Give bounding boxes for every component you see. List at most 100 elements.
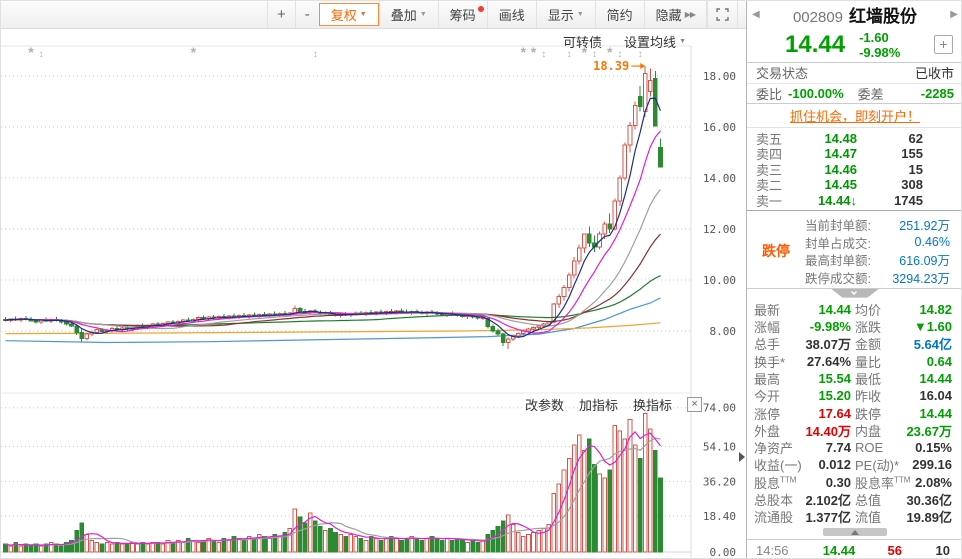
stat-label: 跌停: [855, 406, 882, 422]
pane-collapse-handle[interactable]: [739, 452, 745, 462]
volume-axis-label: 36.20: [703, 475, 736, 488]
volume-bar: [378, 539, 384, 553]
volume-bar: [470, 539, 475, 553]
toolbar-button-label: 简约: [606, 8, 633, 23]
stat-cell: 量比 0.64: [855, 353, 956, 370]
stat-label: 外盘: [754, 423, 781, 439]
limit-info-label: 最高封单额:: [805, 254, 871, 269]
indicator-links: 改参数 加指标 换指标 ×: [525, 395, 703, 414]
candle-body: [536, 325, 541, 328]
toolbar-button-chips[interactable]: 筹码: [437, 1, 487, 28]
volume-bar: [450, 539, 455, 553]
toolbar-button-simple-mode[interactable]: 简约: [594, 1, 644, 28]
stat-label: 均价: [855, 302, 882, 318]
limit-info-value: 0.46%: [914, 235, 950, 250]
stat-cell: 涨停 17.64: [754, 404, 855, 422]
stat-value: 14.40万: [805, 423, 851, 439]
stat-label: 总值: [855, 493, 882, 509]
limit-info-value: 3294.23万: [892, 271, 950, 286]
ma-settings-link[interactable]: 设置均线 ▼: [624, 32, 686, 51]
edit-params-link[interactable]: 改参数: [525, 395, 564, 414]
candle-body: [94, 329, 100, 333]
candle-body: [556, 296, 562, 305]
toolbar-button-label: 隐藏: [655, 8, 682, 23]
volume-bar: [328, 528, 333, 553]
volume-bar: [302, 522, 308, 553]
sell-order-row[interactable]: 卖一 14.44↓ 1745: [747, 192, 961, 209]
close-indicator-icon[interactable]: ×: [687, 397, 703, 412]
stat-cell: 今开 15.20: [754, 387, 855, 404]
toolbar-button-overlay[interactable]: 叠加 ▼: [378, 1, 438, 28]
volume-bar: [485, 533, 491, 553]
zoom-in-button[interactable]: +: [267, 1, 295, 28]
quote-panel: ◀ 002809 红墙股份 ▶ 14.44 -1.60 -9.98% + 交易状…: [746, 1, 961, 558]
toolbar-button-adjust-price[interactable]: 复权 ▼: [318, 3, 379, 26]
volume-bar: [566, 457, 572, 553]
candle-body: [495, 330, 501, 335]
convertible-bond-link[interactable]: 可转债: [563, 32, 602, 51]
stat-cell: 外盘 14.40万: [754, 422, 855, 439]
volume-bar: [241, 539, 247, 553]
volume-bar: [612, 424, 618, 553]
volume-bar: [465, 541, 470, 553]
candle-body: [33, 320, 39, 323]
stat-label: 涨跌: [855, 320, 882, 336]
toolbar-button-draw-line[interactable]: 画线: [486, 1, 536, 28]
switch-indicator-link[interactable]: 换指标: [633, 395, 672, 414]
sell-volume: 62: [908, 131, 923, 147]
stat-value: -9.98%: [809, 319, 851, 335]
volume-bar: [84, 533, 90, 553]
stock-chart[interactable]: 18.00 16.00 14.00 12.00 10.00 8.00 74.00 54.10 3…: [1, 29, 746, 558]
prev-stock-icon[interactable]: ◀: [747, 9, 765, 20]
weibi-value: -100.00%: [788, 85, 844, 101]
volume-bar: [23, 543, 29, 553]
volume-bar: [597, 473, 602, 553]
volume-bar: [145, 543, 150, 553]
candle-body: [74, 325, 79, 333]
stat-row: 总股本 2.102亿 总值 30.36亿: [754, 491, 956, 508]
volume-bar: [495, 526, 501, 553]
ma-settings-label: 设置均线: [624, 35, 677, 50]
stat-row: 流通股 1.377亿 流值 19.89亿: [754, 508, 956, 525]
volume-bar: [394, 537, 399, 553]
stat-label: 最低: [855, 371, 882, 387]
toolbar-button-label: 叠加: [390, 8, 417, 23]
stat-label: 涨停: [754, 406, 781, 422]
candle-body: [582, 233, 587, 249]
volume-bar: [323, 530, 328, 553]
toolbar-button-label: 筹码: [449, 8, 476, 23]
zoom-out-button[interactable]: -: [294, 1, 319, 28]
event-updown-icon: ↕: [313, 49, 318, 60]
volume-bar: [8, 545, 13, 553]
expand-limit-info-button[interactable]: [831, 288, 879, 298]
stat-label: 量比: [855, 354, 882, 370]
toolbar-button-hide[interactable]: 隐藏 ▶▶: [643, 1, 707, 28]
candle-body: [64, 321, 69, 325]
add-indicator-link[interactable]: 加指标: [579, 395, 618, 414]
volume-bar: [490, 530, 496, 553]
stat-row: 最高 15.54 最低 14.44: [754, 370, 956, 387]
volume-bar: [373, 537, 379, 553]
volume-bar: [480, 539, 486, 553]
open-account-ad-link[interactable]: 抓住机会，即刻开户！: [790, 106, 920, 125]
volume-bar: [196, 541, 201, 553]
limit-info-label: 跌停成交额:: [805, 271, 871, 286]
next-stock-icon[interactable]: ▶: [945, 9, 961, 20]
toolbar-button-display[interactable]: 显示 ▼: [535, 1, 595, 28]
ma-line-10: [5, 130, 661, 334]
volume-axis-label: 74.00: [703, 402, 736, 415]
weicha-label: 委差: [857, 86, 884, 102]
volume-bar: [455, 537, 460, 553]
stat-row: 涨停 17.64 跌停 14.44: [754, 404, 956, 422]
volume-bar: [18, 545, 24, 553]
volume-bar: [252, 537, 257, 553]
chart-region: + - 复权 ▼ 叠加 ▼ 筹码 画线 显示 ▼ 简约 隐藏 ▶▶ 可转债 设置均线 ▼ 改参数 加指…: [1, 1, 746, 558]
volume-bar: [521, 535, 526, 553]
last-tick-row[interactable]: 14:56 14.44 56 10: [747, 539, 961, 558]
stat-row: 外盘 14.40万 内盘 23.67万: [754, 422, 956, 439]
collapse-stats-button[interactable]: [823, 527, 887, 537]
fullscreen-button[interactable]: [707, 1, 738, 28]
volume-bar: [592, 463, 597, 553]
add-to-watchlist-button[interactable]: +: [934, 35, 953, 55]
volume-bar: [587, 438, 592, 553]
